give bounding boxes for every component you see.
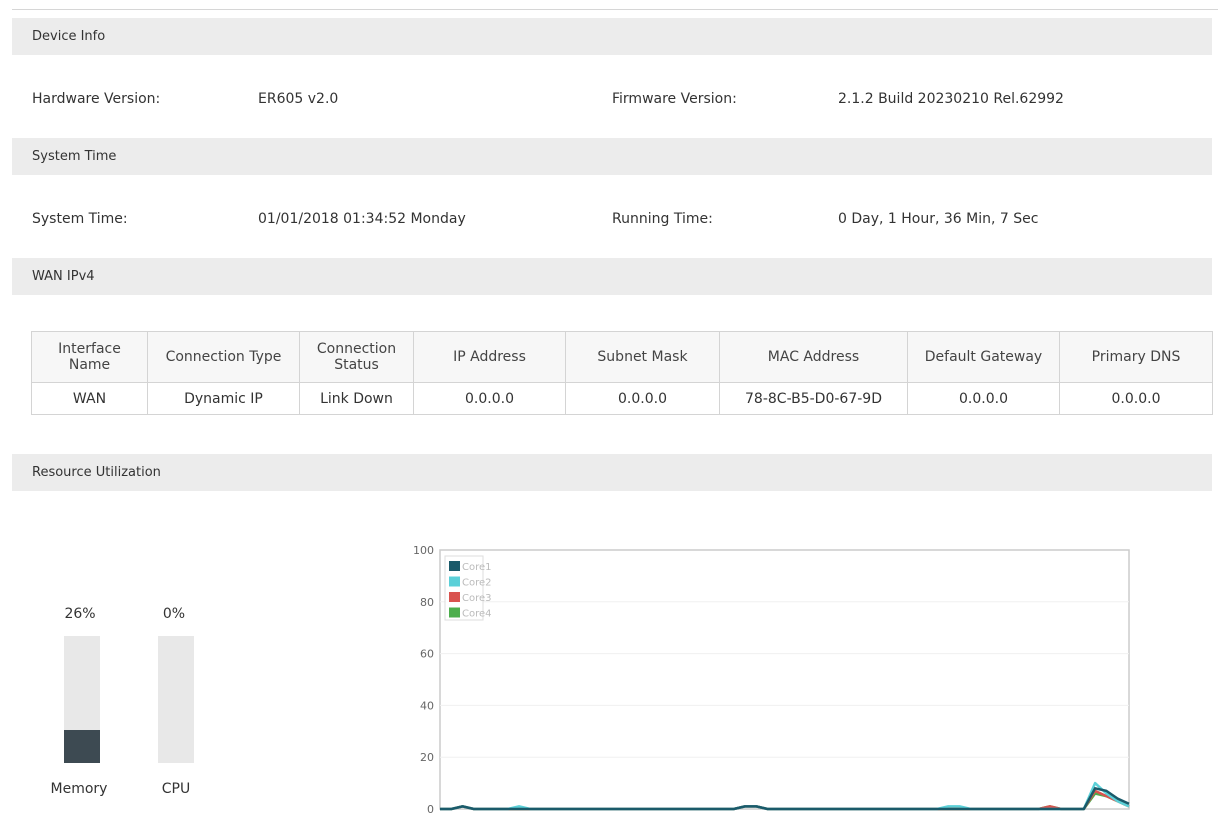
column-header: Subnet Mask <box>565 331 720 383</box>
table-cell: 0.0.0.0 <box>413 382 566 415</box>
wan-table: Interface Name Connection Type Connectio… <box>31 331 1213 415</box>
column-header: MAC Address <box>719 331 908 383</box>
memory-bar <box>64 636 100 763</box>
running-time-label: Running Time: <box>612 211 713 227</box>
system-time-header: System Time <box>12 138 1212 175</box>
cpu-label: CPU <box>161 781 191 797</box>
y-tick-label: 60 <box>420 648 434 661</box>
legend-swatch-core4 <box>449 607 460 618</box>
memory-label: Memory <box>50 781 108 797</box>
plot-area <box>439 549 1130 810</box>
legend-label-core4: Core4 <box>462 609 492 620</box>
frame-top-border <box>12 9 1218 10</box>
table-cell: Dynamic IP <box>147 382 300 415</box>
table-row: WAN Dynamic IP Link Down 0.0.0.0 0.0.0.0… <box>31 382 1213 415</box>
cpu-percent: 0% <box>162 606 186 622</box>
column-header: Connection Type <box>147 331 300 383</box>
system-time-label: System Time: <box>32 211 128 227</box>
column-header: Primary DNS <box>1059 331 1213 383</box>
table-cell: WAN <box>31 382 148 415</box>
legend-label-core2: Core2 <box>462 578 492 589</box>
resource-utilization-header: Resource Utilization <box>12 454 1212 491</box>
y-tick-label: 0 <box>427 803 434 816</box>
hardware-version-value: ER605 v2.0 <box>258 91 339 107</box>
table-cell: 0.0.0.0 <box>565 382 720 415</box>
core-utilization-chart: 0 20 40 60 80 100 Core1 Core2 Core3 Core4 <box>413 544 1130 816</box>
firmware-version-label: Firmware Version: <box>612 91 737 107</box>
column-header: Interface Name <box>31 331 148 383</box>
table-cell: 78-8C-B5-D0-67-9D <box>719 382 908 415</box>
y-tick-label: 100 <box>413 544 434 557</box>
legend-swatch-core1 <box>449 561 460 571</box>
y-tick-label: 20 <box>420 751 434 764</box>
table-cell: 0.0.0.0 <box>907 382 1060 415</box>
memory-bar-fill <box>64 729 100 763</box>
legend-swatch-core3 <box>449 592 460 602</box>
device-info-header: Device Info <box>12 18 1212 55</box>
table-cell: Link Down <box>299 382 414 415</box>
column-header: Default Gateway <box>907 331 1060 383</box>
legend-label-core1: Core1 <box>462 562 492 573</box>
wan-ipv4-header: WAN IPv4 <box>12 258 1212 295</box>
y-tick-label: 40 <box>420 699 434 712</box>
table-cell: 0.0.0.0 <box>1059 382 1213 415</box>
column-header: IP Address <box>413 331 566 383</box>
cpu-bar <box>158 636 194 763</box>
legend-swatch-core2 <box>449 576 460 587</box>
system-time-value: 01/01/2018 01:34:52 Monday <box>258 211 466 227</box>
legend-label-core3: Core3 <box>462 593 492 604</box>
memory-percent: 26% <box>64 606 96 622</box>
y-tick-label: 80 <box>420 596 434 609</box>
hardware-version-label: Hardware Version: <box>32 91 161 107</box>
running-time-value: 0 Day, 1 Hour, 36 Min, 7 Sec <box>838 211 1039 227</box>
column-header: Connection Status <box>299 331 414 383</box>
firmware-version-value: 2.1.2 Build 20230210 Rel.62992 <box>838 91 1064 107</box>
table-header-row: Interface Name Connection Type Connectio… <box>31 331 1213 383</box>
